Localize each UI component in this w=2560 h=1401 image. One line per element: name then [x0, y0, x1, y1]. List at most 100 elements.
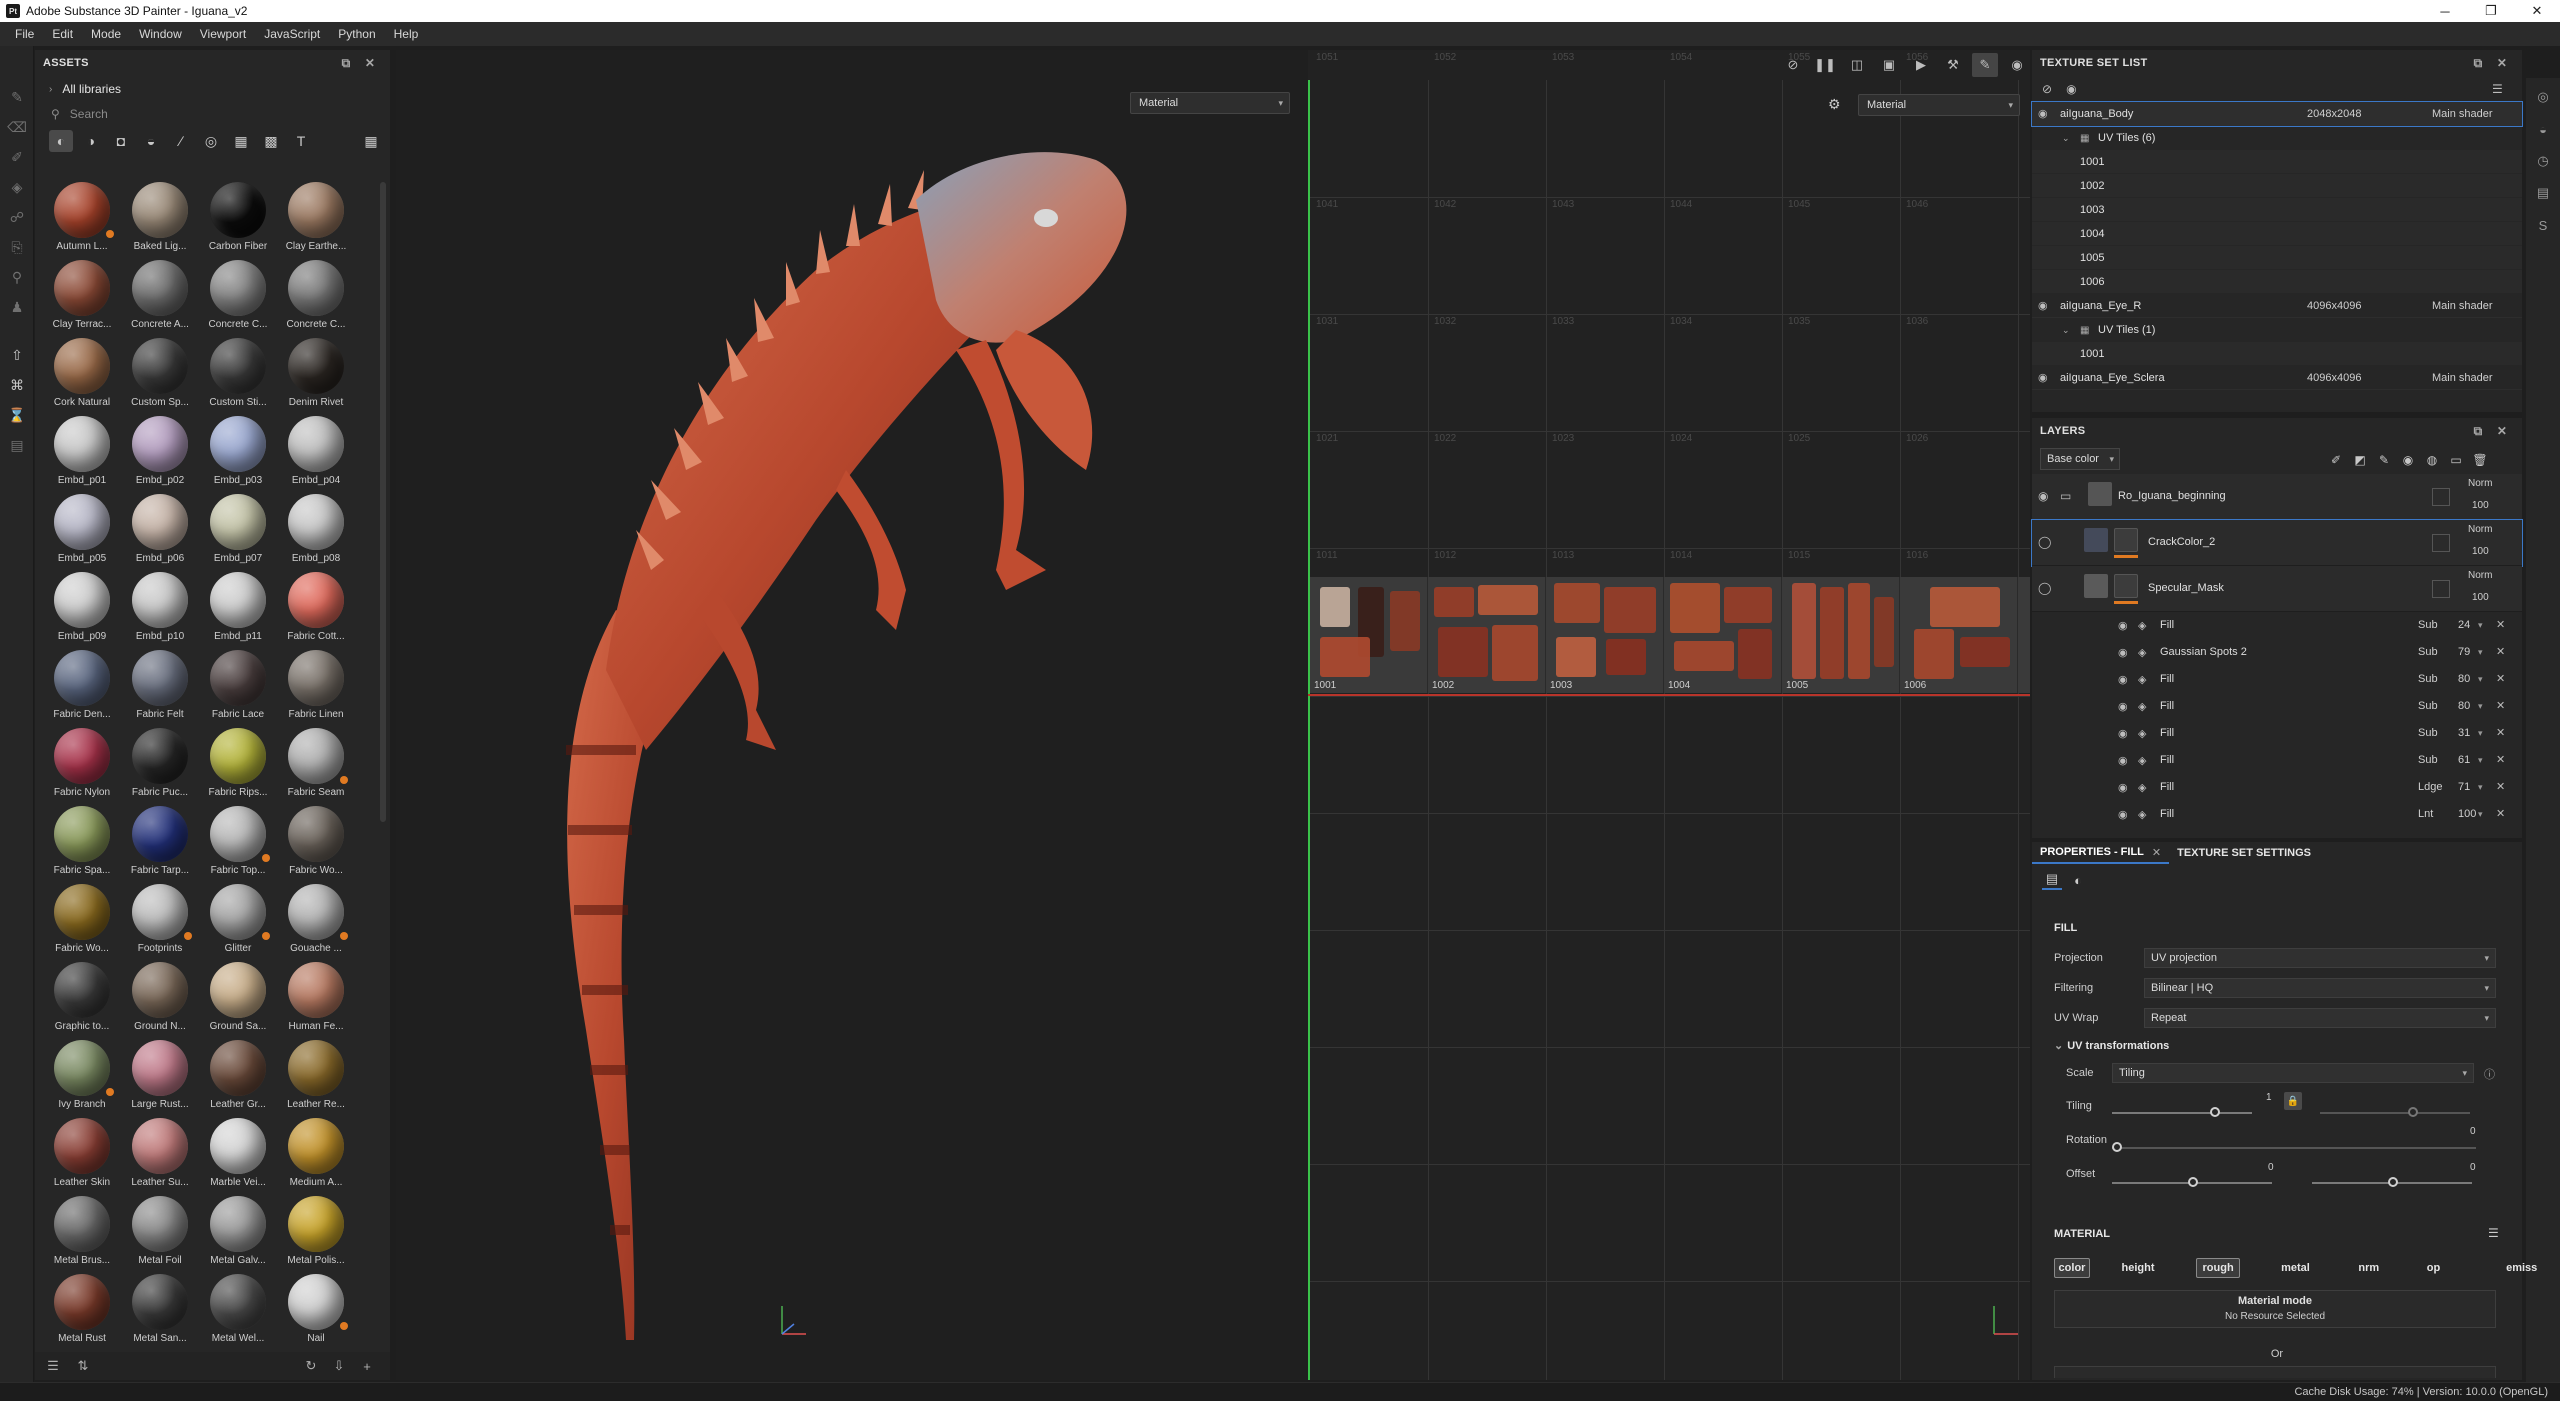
texture-set-row[interactable]: ◉ aiIguana_Body 2048x2048 Main shader [2031, 101, 2523, 127]
sort-icon[interactable]: ⇅ [75, 1358, 91, 1374]
material-tile[interactable]: Denim Rivet [277, 338, 355, 416]
delete-layer-icon[interactable]: 🗑 [2472, 452, 2488, 468]
eye-icon[interactable]: ◉ [2118, 808, 2128, 821]
projection-icon[interactable]: ✐ [8, 148, 26, 166]
remove-effect-icon[interactable]: ✕ [2496, 699, 2505, 712]
tiling-u-knob[interactable] [2210, 1107, 2220, 1117]
layer-effect[interactable]: ◉ ◈ Gaussian Spots 2 Sub 79 ▾ ✕ [2032, 639, 2522, 666]
effect-opacity[interactable]: 24 [2458, 619, 2470, 631]
alphas-filter-icon[interactable]: ◎ [199, 130, 223, 152]
uv-tiles-group[interactable]: ⌄ ▦ UV Tiles (1) [2032, 318, 2522, 342]
material-tile[interactable]: Fabric Felt [121, 650, 199, 728]
material-tile[interactable]: Embd_p10 [121, 572, 199, 650]
material-tile[interactable]: Embd_p04 [277, 416, 355, 494]
material-tile[interactable]: Embd_p07 [199, 494, 277, 572]
menu-mode[interactable]: Mode [82, 27, 130, 41]
texture-set-row[interactable]: ◉ aiIguana_Eye_R 4096x4096 Main shader [2032, 294, 2522, 318]
paint-brush-icon[interactable]: ✎ [8, 88, 26, 106]
eye-hidden-icon[interactable]: ◯ [2038, 581, 2051, 595]
channel-select[interactable]: Base color ▾ [2040, 448, 2120, 470]
material-tile[interactable]: Large Rust... [121, 1040, 199, 1118]
layer-effect[interactable]: ◉ ◈ Fill Sub 31 ▾ ✕ [2032, 720, 2522, 747]
tiling-v-knob[interactable] [2408, 1107, 2418, 1117]
refresh-icon[interactable]: ↻ [303, 1358, 319, 1374]
environments-filter-icon[interactable]: ▩ [259, 130, 283, 152]
fill-layer[interactable]: ◯ Specular_Mask Norm 100 [2032, 566, 2522, 612]
material-tile[interactable]: Concrete A... [121, 260, 199, 338]
asset-search[interactable]: ⚲ Search [35, 102, 390, 126]
material-tile[interactable]: Fabric Lace [199, 650, 277, 728]
add-folder-icon[interactable]: ▭ [2448, 452, 2464, 468]
material-tile[interactable]: Fabric Wo... [277, 806, 355, 884]
eye-icon[interactable]: ◉ [2118, 646, 2128, 659]
layer-effect[interactable]: ◉ ◈ Fill Lnt 100 ▾ ✕ [2032, 801, 2522, 828]
close-panel-icon[interactable]: ✕ [2494, 55, 2510, 71]
menu-python[interactable]: Python [329, 27, 384, 41]
eye-icon[interactable]: ◉ [2118, 700, 2128, 713]
material-tile[interactable]: Autumn L... [43, 182, 121, 260]
add-mask-icon[interactable]: ◩ [2352, 452, 2368, 468]
material-tile[interactable]: Metal Rust [43, 1274, 121, 1352]
uv-tile-row[interactable]: 1001 [2032, 342, 2522, 366]
view-mode-icon[interactable]: ◫ [1844, 53, 1870, 77]
screenshot-icon[interactable]: ◉ [2004, 53, 2030, 77]
material-tile[interactable]: Fabric Top... [199, 806, 277, 884]
eye-icon[interactable]: ◉ [2118, 754, 2128, 767]
material-tile[interactable]: Fabric Tarp... [121, 806, 199, 884]
uv-tile-row[interactable]: 1003 [2032, 198, 2522, 222]
hide-icon[interactable]: ⊘ [1780, 53, 1806, 77]
history-panel-icon[interactable]: ◷ [2534, 152, 2552, 170]
effect-opacity[interactable]: 100 [2458, 808, 2476, 820]
material-tile[interactable]: Medium A... [277, 1118, 355, 1196]
material-tile[interactable]: Clay Earthe... [277, 182, 355, 260]
material-tile[interactable]: Fabric Puc... [121, 728, 199, 806]
menu-edit[interactable]: Edit [43, 27, 82, 41]
add-fill-layer-icon[interactable]: ◉ [2400, 452, 2416, 468]
material-tile[interactable]: Fabric Spa... [43, 806, 121, 884]
uv-tile[interactable]: 1005 [1782, 577, 1900, 693]
visibility-toggle-icon[interactable]: ⊘ [2042, 82, 2052, 96]
effect-opacity[interactable]: 71 [2458, 781, 2470, 793]
menu-help[interactable]: Help [385, 27, 428, 41]
material-tile[interactable]: Footprints [121, 884, 199, 962]
effect-opacity[interactable]: 80 [2458, 673, 2470, 685]
uv-tile-row[interactable]: 1002 [2032, 174, 2522, 198]
viewport-2d[interactable]: 1051 1052 1053 1054 1055 1056 1041 1042 1043 1044… [1308, 50, 2030, 1380]
eye-icon[interactable]: ◉ [2038, 489, 2048, 503]
remove-effect-icon[interactable]: ✕ [2496, 753, 2505, 766]
viewport-2d-mode-select[interactable]: Material ▾ [1858, 94, 2020, 116]
rotation-knob[interactable] [2112, 1142, 2122, 1152]
minimize-button[interactable]: ─ [2422, 0, 2468, 22]
maximize-button[interactable]: ❐ [2468, 0, 2514, 22]
material-tile[interactable]: Ground N... [121, 962, 199, 1040]
effect-blend-mode[interactable]: Sub [2418, 754, 2438, 766]
effect-opacity[interactable]: 31 [2458, 727, 2470, 739]
uv-settings-icon[interactable]: ⚙ [1828, 96, 1841, 113]
uv-tile-row[interactable]: 1001 [2032, 150, 2522, 174]
material-tile[interactable]: Metal Galv... [199, 1196, 277, 1274]
list-view-icon[interactable]: ☰ [45, 1358, 61, 1374]
close-tab-icon[interactable]: ✕ [2152, 846, 2161, 859]
grid-view-icon[interactable]: ▦ [359, 130, 383, 152]
layer-blend-mode[interactable]: Norm [2468, 478, 2492, 489]
assets-scrollbar[interactable] [380, 182, 386, 822]
materials-filter-icon[interactable]: ◐ [49, 130, 73, 152]
texture-set-row[interactable]: ◉ aiIguana_Eye_Sclera 4096x4096 Main sha… [2032, 366, 2522, 390]
remove-effect-icon[interactable]: ✕ [2496, 645, 2505, 658]
material-tile[interactable]: Fabric Wo... [43, 884, 121, 962]
material-tile[interactable]: Cork Natural [43, 338, 121, 416]
export-icon[interactable]: ⇧ [8, 346, 26, 364]
eraser-icon[interactable]: ⌫ [7, 118, 27, 136]
effect-opacity[interactable]: 61 [2458, 754, 2470, 766]
eye-icon[interactable]: ◉ [2038, 371, 2048, 384]
info-icon[interactable]: ⓘ [2484, 1066, 2495, 1082]
tiling-v-slider[interactable] [2320, 1112, 2470, 1114]
uv-tile[interactable]: 1004 [1664, 577, 1782, 693]
material-tile[interactable]: Ivy Branch [43, 1040, 121, 1118]
undock-icon[interactable]: ⧉ [338, 55, 354, 71]
material-tile[interactable]: Metal Polis... [277, 1196, 355, 1274]
offset-v-knob[interactable] [2388, 1177, 2398, 1187]
material-tile[interactable]: Embd_p02 [121, 416, 199, 494]
picker-icon[interactable]: ⚲ [8, 268, 26, 286]
channel-chip-height[interactable]: height [2112, 1258, 2164, 1278]
